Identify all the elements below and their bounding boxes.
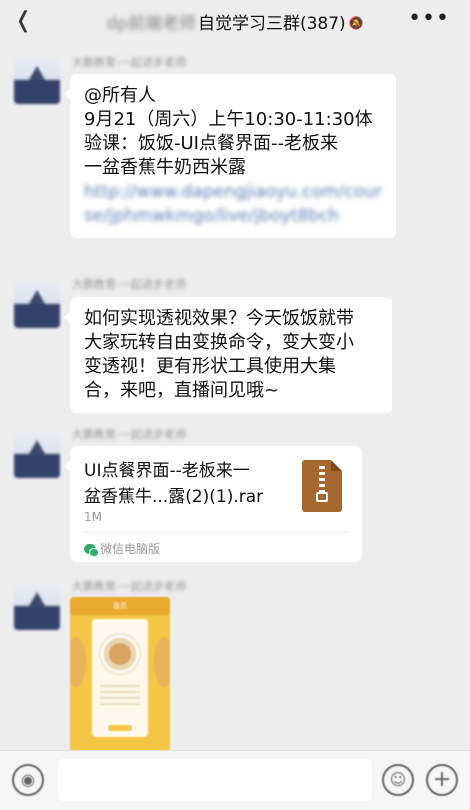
plus-icon[interactable]: + xyxy=(426,764,458,796)
bell-slash-icon: 🔕 xyxy=(348,16,364,30)
message-bubble[interactable]: @所有人 9月21（周六）上午10:30-11:30体 验课：饭饭-UI点餐界面… xyxy=(64,74,396,238)
message-line: 如何实现透视效果？今天饭饭就带 xyxy=(84,308,354,329)
message-line: 一盆香蕉牛奶西米露 xyxy=(84,157,246,178)
message-line: 合，来吧，直播间见哦~ xyxy=(84,380,280,401)
sender-name: 大鹏教育-一起进步老师 xyxy=(72,56,186,69)
food-bowl-image xyxy=(101,635,139,673)
message-line: 验课：饭饭-UI点餐界面--老板来 xyxy=(84,133,338,154)
avatar[interactable] xyxy=(14,58,60,104)
file-name-line: UI点餐界面--老板来一 xyxy=(84,461,250,481)
wechat-icon xyxy=(84,544,99,557)
chat-title-text: 自觉学习三群(387) xyxy=(197,14,346,34)
file-source-label: 微信电脑版 xyxy=(100,542,161,556)
file-message[interactable]: UI点餐界面--老板来一 盆香蕉牛...露(2)(1).rar 1M 微信电脑版 xyxy=(64,446,362,562)
image-button xyxy=(108,725,132,731)
message-bubble[interactable]: 如何实现透视效果？今天饭饭就带 大家玩转自由变换命令，变大变小 变透视！更有形状… xyxy=(64,297,392,413)
image-text-lines xyxy=(100,685,140,705)
zip-archive-icon xyxy=(302,460,342,512)
sender-name: 大鹏教育-一起进步老师 xyxy=(72,580,186,593)
more-dots-icon[interactable]: ••• xyxy=(408,6,450,31)
file-name-line: 盆香蕉牛...露(2)(1).rar xyxy=(84,487,264,507)
sender-name: 大鹏教育-一起进步老师 xyxy=(72,428,186,441)
avatar[interactable] xyxy=(14,282,60,328)
avatar[interactable] xyxy=(14,432,60,478)
message-line: 大家玩转自由变换命令，变大变小 xyxy=(84,332,354,353)
image-decoration xyxy=(70,637,86,687)
message-link[interactable]: http://www.dapengjiaoyu.com/course/jphmw… xyxy=(84,180,382,228)
divider xyxy=(82,532,350,533)
avatar[interactable] xyxy=(14,584,60,630)
message-line: 变透视！更有形状工具使用大集 xyxy=(84,356,336,377)
input-bar: ◉ ☺ + xyxy=(0,750,470,810)
image-message[interactable]: 首页 xyxy=(70,597,170,752)
chat-header: ❬ dp前端老师 自觉学习三群(387) 🔕 ••• xyxy=(0,0,470,44)
voice-icon[interactable]: ◉ xyxy=(12,764,44,796)
sender-name: 大鹏教育-一起进步老师 xyxy=(72,278,186,291)
file-name: UI点餐界面--老板来一 盆香蕉牛...露(2)(1).rar xyxy=(84,458,294,510)
message-line: 9月21（周六）上午10:30-11:30体 xyxy=(84,109,373,130)
chat-title: dp前端老师 自觉学习三群(387) 🔕 xyxy=(0,9,470,34)
file-source: 微信电脑版 xyxy=(84,540,160,557)
file-size: 1M xyxy=(84,510,102,524)
image-header: 首页 xyxy=(70,597,170,615)
message-input[interactable] xyxy=(58,759,372,801)
image-decoration xyxy=(154,637,170,687)
emoji-icon[interactable]: ☺ xyxy=(382,764,414,796)
chat-title-blurred: dp前端老师 xyxy=(106,14,196,34)
message-line: @所有人 xyxy=(84,85,156,106)
